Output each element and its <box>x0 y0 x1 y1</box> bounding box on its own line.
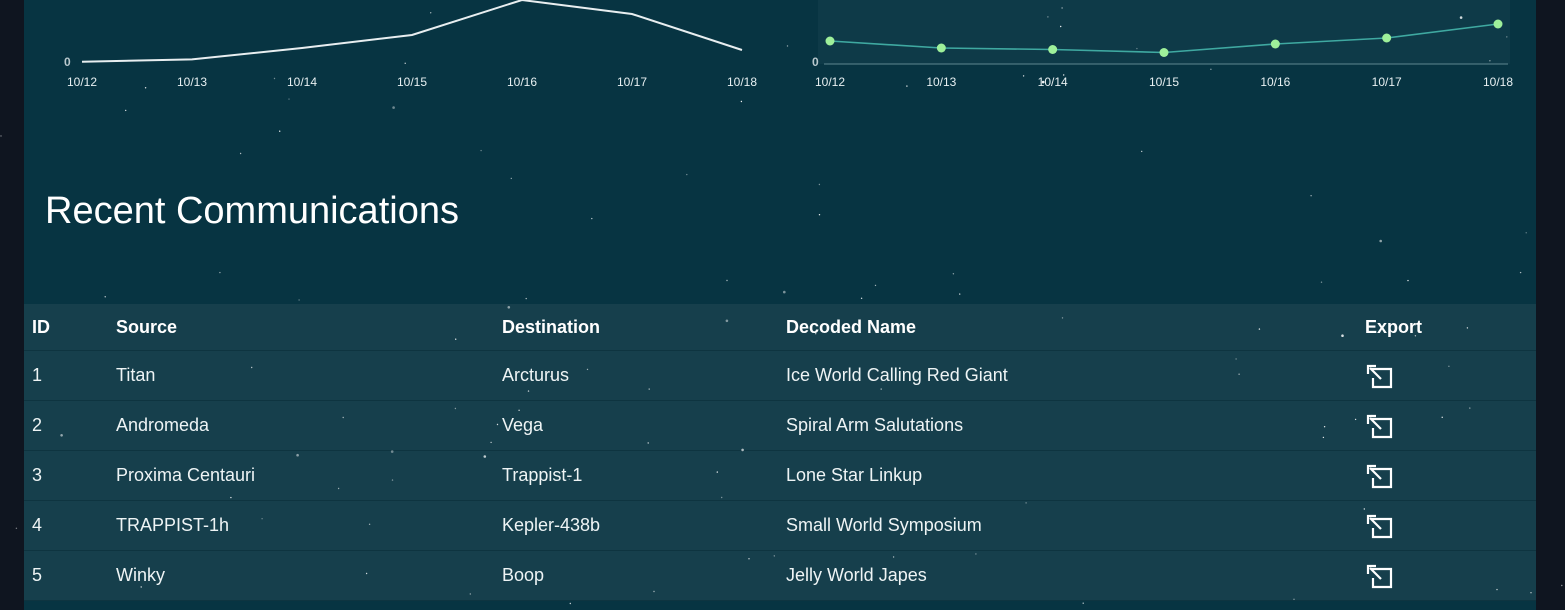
cell-export <box>1365 450 1536 501</box>
cell-source: TRAPPIST-1h <box>116 500 502 551</box>
cell-id: 3 <box>24 450 116 501</box>
y-tick-label: 0 <box>64 55 71 69</box>
cell-source: Andromeda <box>116 400 502 451</box>
x-tick-label: 10/18 <box>727 75 757 89</box>
section-title: Recent Communications <box>45 190 459 232</box>
cell-source: Titan <box>116 350 502 401</box>
cell-source: Proxima Centauri <box>116 450 502 501</box>
cell-decoded-name: Spiral Arm Salutations <box>786 400 1365 451</box>
export-icon[interactable] <box>1365 363 1397 389</box>
x-tick-label: 10/13 <box>177 75 207 89</box>
cell-export <box>1365 500 1536 551</box>
cell-destination: Boop <box>502 550 786 601</box>
data-point[interactable] <box>1159 48 1169 57</box>
column-header-destination[interactable]: Destination <box>502 304 786 351</box>
cell-id: 4 <box>24 500 116 551</box>
series-line <box>81 0 743 63</box>
table-header-row: ID Source Destination Decoded Name Expor… <box>24 304 1536 351</box>
x-tick-label: 10/16 <box>507 75 537 89</box>
cell-destination: Kepler-438b <box>502 500 786 551</box>
line-chart-right: 0 10/12 10/13 10/14 10/15 10/16 10/17 10/18 <box>812 0 1513 89</box>
x-tick-label: 10/15 <box>397 75 427 89</box>
star <box>15 527 18 529</box>
cell-id: 5 <box>24 550 116 601</box>
data-point[interactable] <box>1270 39 1280 49</box>
cell-destination: Vega <box>502 400 786 451</box>
x-tick-label: 10/18 <box>1483 75 1513 89</box>
table-row: 1 Titan Arcturus Ice World Calling Red Gian… <box>24 350 1536 401</box>
x-tick-label: 10/17 <box>617 75 647 89</box>
star <box>0 135 2 137</box>
y-tick-label: 0 <box>812 55 819 69</box>
cell-source: Winky <box>116 550 502 601</box>
table-row: 4 TRAPPIST-1h Kepler-438b Small World Sympo… <box>24 500 1536 551</box>
app-background: 0 10/12 10/13 10/14 10/15 10/16 10/17 10/18 0 10… <box>0 0 1565 610</box>
export-icon[interactable] <box>1365 513 1397 539</box>
communications-table: ID Source Destination Decoded Name Expor… <box>24 304 1536 601</box>
x-tick-label: 10/14 <box>1038 75 1068 89</box>
x-tick-label: 10/16 <box>1260 75 1290 89</box>
cell-id: 2 <box>24 400 116 451</box>
cell-decoded-name: Jelly World Japes <box>786 550 1365 601</box>
star <box>1561 584 1563 587</box>
cell-export <box>1365 550 1536 601</box>
cell-destination: Arcturus <box>502 350 786 401</box>
table-row: 5 Winky Boop Jelly World Japes <box>24 550 1536 601</box>
cell-decoded-name: Lone Star Linkup <box>786 450 1365 501</box>
cell-id: 1 <box>24 350 116 401</box>
x-tick-label: 10/17 <box>1372 75 1402 89</box>
table-row: 3 Proxima Centauri Trappist-1 Lone Star Lin… <box>24 450 1536 501</box>
x-tick-label: 10/12 <box>67 75 97 89</box>
data-point[interactable] <box>1493 19 1503 29</box>
x-tick-label: 10/13 <box>926 75 956 89</box>
cell-export <box>1365 400 1536 451</box>
line-chart-left: 0 10/12 10/13 10/14 10/15 10/16 10/17 10/18 <box>64 0 757 89</box>
export-icon[interactable] <box>1365 563 1397 589</box>
cell-decoded-name: Small World Symposium <box>786 500 1365 551</box>
column-header-source[interactable]: Source <box>116 304 502 351</box>
x-tick-label: 10/15 <box>1149 75 1179 89</box>
column-header-export: Export <box>1365 304 1536 351</box>
x-tick-label: 10/14 <box>287 75 317 89</box>
cell-destination: Trappist-1 <box>502 450 786 501</box>
data-point[interactable] <box>1048 45 1058 54</box>
cell-decoded-name: Ice World Calling Red Giant <box>786 350 1365 401</box>
table-row: 2 Andromeda Vega Spiral Arm Salutations <box>24 400 1536 451</box>
export-icon[interactable] <box>1365 463 1397 489</box>
column-header-id[interactable]: ID <box>24 304 116 351</box>
export-icon[interactable] <box>1365 413 1397 439</box>
column-header-decoded-name[interactable]: Decoded Name <box>786 304 1365 351</box>
data-point[interactable] <box>936 43 946 53</box>
cell-export <box>1365 350 1536 401</box>
data-point[interactable] <box>825 36 835 46</box>
x-tick-label: 10/12 <box>815 75 845 89</box>
data-point[interactable] <box>1382 33 1392 43</box>
